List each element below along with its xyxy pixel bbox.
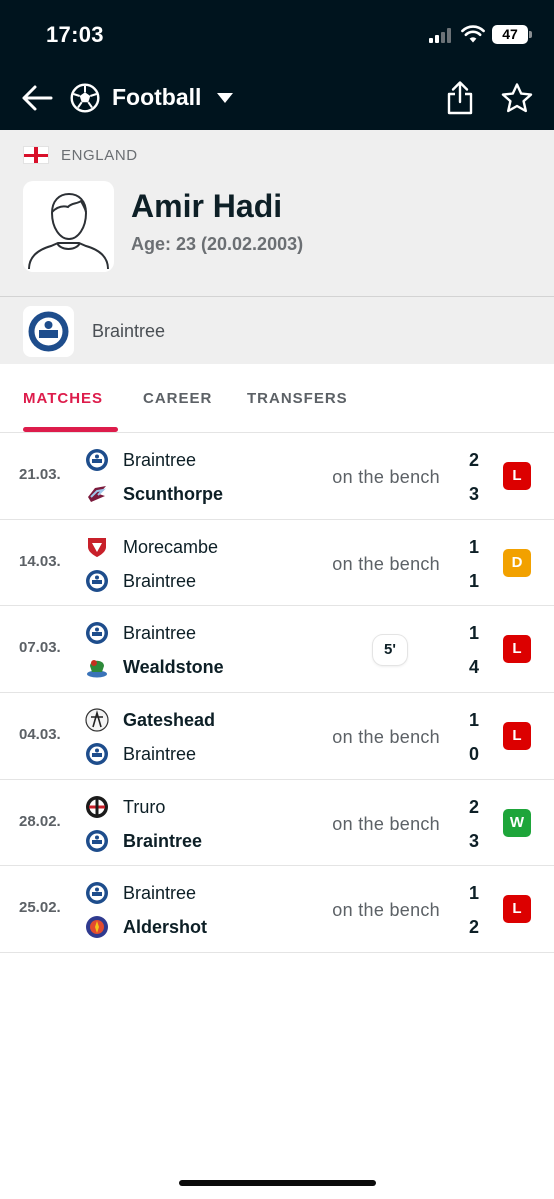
braintree-crest-icon: [85, 881, 109, 905]
result-badge: W: [503, 808, 531, 837]
match-row[interactable]: 28.02. Truro Braintree on the bench 2 3 W: [0, 780, 554, 867]
match-row[interactable]: 07.03. Braintree Wealdstone 5' 1 4 L: [0, 606, 554, 694]
match-date: 21.03.: [19, 466, 61, 483]
match-player-status: on the bench: [332, 553, 440, 574]
favorite-star-icon[interactable]: [500, 82, 534, 114]
status-time: 17:03: [46, 22, 104, 47]
home-team-name: Braintree: [123, 450, 197, 470]
wifi-icon: [461, 25, 485, 43]
away-team-name: Aldershot: [123, 917, 208, 938]
match-date: 25.02.: [19, 899, 61, 917]
active-tab-indicator: [23, 427, 118, 432]
battery-indicator: 47: [492, 25, 528, 44]
match-row[interactable]: 25.02. Braintree Aldershot on the bench 1 2 L: [0, 866, 554, 954]
match-row[interactable]: 04.03. Gateshead Braintree on the bench 1 0 L: [0, 693, 554, 780]
home-team-name: Truro: [123, 796, 166, 817]
away-team-name: Braintree: [123, 570, 197, 591]
player-age: Age: 23 (20.02.2003): [131, 234, 304, 254]
tab-bar: MATCHES CAREER TRANSFERS: [0, 364, 554, 433]
match-row[interactable]: 21.03. Braintree Scunthorpe on the bench 2 3 L: [0, 433, 554, 520]
away-score: 3: [468, 830, 479, 851]
away-team-name: Wealdstone: [123, 657, 224, 678]
result-badge: D: [503, 548, 531, 577]
home-score: 1: [468, 883, 479, 904]
club-name: Braintree: [92, 321, 166, 341]
tab-matches[interactable]: MATCHES: [23, 390, 103, 407]
football-icon: [70, 83, 100, 113]
home-team-name: Gateshead: [123, 710, 216, 731]
braintree-crest-icon: [85, 621, 109, 645]
match-player-status: on the bench: [332, 467, 440, 487]
minutes-played-badge: 5': [373, 635, 407, 666]
result-badge: L: [503, 895, 531, 924]
scunthorpe-crest-icon: [85, 482, 109, 506]
player-country: ENGLAND: [61, 147, 138, 164]
share-icon[interactable]: [445, 80, 475, 116]
home-score: 1: [468, 710, 479, 731]
match-list: 21.03. Braintree Scunthorpe on the bench 2 3 L…: [0, 433, 554, 954]
away-score: 2: [468, 917, 479, 938]
away-score: 0: [468, 744, 479, 765]
braintree-crest-icon: [85, 742, 109, 766]
braintree-crest-icon: [85, 569, 109, 593]
home-indicator[interactable]: [179, 1180, 376, 1186]
match-row[interactable]: 14.03. Morecambe Braintree on the bench 1 1 D: [0, 520, 554, 607]
app-header: 17:03 47 Football: [0, 0, 554, 130]
person-silhouette-icon: [28, 192, 109, 270]
player-name: Amir Hadi: [131, 188, 283, 224]
home-score: 2: [468, 796, 479, 817]
match-date: 04.03.: [19, 726, 61, 744]
cellular-signal-icon: [429, 27, 455, 43]
match-date: 28.02.: [19, 812, 61, 830]
braintree-crest-icon: [85, 829, 109, 853]
match-player-status: on the bench: [332, 813, 440, 834]
match-player-status: on the bench: [332, 727, 440, 748]
back-arrow-icon[interactable]: [20, 82, 54, 114]
sport-title[interactable]: Football: [112, 84, 201, 111]
braintree-crest-icon: [23, 306, 74, 357]
away-team-name: Braintree: [123, 830, 203, 851]
home-team-name: Morecambe: [123, 536, 219, 557]
home-team-name: Braintree: [123, 623, 197, 644]
match-date: 07.03.: [19, 639, 61, 657]
battery-tip: [529, 31, 532, 38]
aldershot-crest-icon: [85, 915, 109, 939]
result-badge: L: [503, 635, 531, 664]
home-team-name: Braintree: [123, 883, 197, 904]
player-avatar: [23, 181, 114, 272]
wealdstone-crest-icon: [85, 655, 109, 679]
match-player-status: on the bench: [332, 900, 440, 921]
away-score: 4: [468, 657, 479, 678]
match-date: 14.03.: [19, 552, 61, 570]
home-score: 2: [468, 450, 479, 470]
away-score: 1: [468, 570, 479, 591]
result-badge: L: [503, 722, 531, 751]
result-badge: L: [503, 462, 531, 490]
away-score: 3: [468, 484, 479, 504]
truro-crest-icon: [85, 795, 109, 819]
braintree-crest-icon: [85, 448, 109, 472]
home-score: 1: [468, 623, 479, 644]
away-team-name: Scunthorpe: [123, 484, 224, 504]
caret-down-icon[interactable]: [216, 92, 234, 104]
england-flag-icon: [23, 146, 49, 164]
player-club-link[interactable]: Braintree: [0, 296, 554, 364]
morecambe-crest-icon: [85, 535, 109, 559]
home-score: 1: [468, 536, 479, 557]
tab-career[interactable]: CAREER: [143, 390, 212, 407]
tab-transfers[interactable]: TRANSFERS: [247, 390, 348, 407]
away-team-name: Braintree: [123, 744, 197, 765]
player-header: ENGLAND Amir Hadi Age: 23 (20.02.2003): [0, 130, 554, 296]
gateshead-crest-icon: [85, 708, 109, 732]
